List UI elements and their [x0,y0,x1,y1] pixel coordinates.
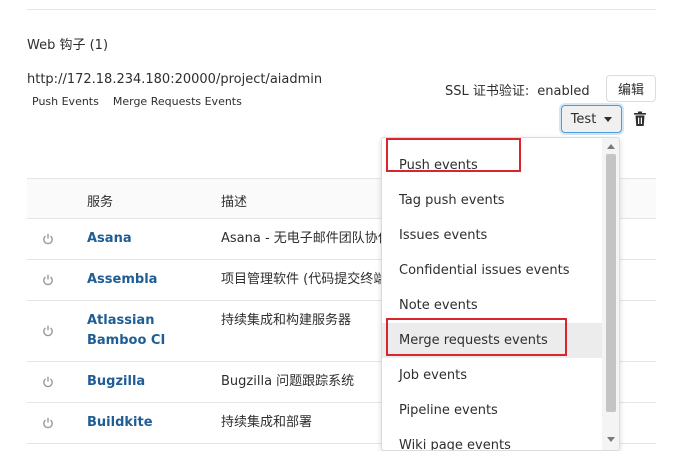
webhook-url: http://172.18.234.180:20000/project/aiad… [27,72,323,87]
dropdown-item-pipeline-events[interactable]: Pipeline events [382,393,604,428]
dropdown-item-tag-push-events[interactable]: Tag push events [382,183,604,218]
power-icon [43,274,53,286]
service-link[interactable]: Bugzilla [87,372,187,392]
ssl-verification: SSL 证书验证: enabled [445,80,590,99]
service-description: Bugzilla 问题跟踪系统 [221,374,355,389]
caret-down-icon [604,116,613,122]
power-icon [43,233,53,245]
service-description: 持续集成和构建服务器 [221,313,352,328]
top-divider [27,9,656,10]
event-tag: Merge Requests Events [112,95,242,108]
power-icon [43,325,53,337]
service-link[interactable]: Buildkite [87,413,187,433]
dropdown-item-job-events[interactable]: Job events [382,358,604,393]
scroll-up-arrow-icon[interactable] [607,144,615,149]
service-link[interactable]: Asana [87,229,187,249]
scrollbar-thumb[interactable] [606,154,616,412]
highlight-box-push-events [386,138,521,172]
dropdown-scrollbar[interactable] [602,138,619,450]
test-button-label: Test [570,111,597,127]
scroll-down-arrow-icon[interactable] [607,437,615,442]
service-link[interactable]: Atlassian Bamboo CI [87,311,187,351]
service-description: Asana - 无电子邮件团队协作 [221,231,381,246]
column-header-service: 服务 [87,195,114,210]
ssl-label: SSL 证书验证: [445,84,530,99]
event-tag: Push Events [32,95,99,108]
section-title: Web 钩子 (1) [27,38,109,53]
power-icon [43,417,53,429]
test-dropdown-button[interactable]: Test [561,105,622,133]
highlight-box-merge-requests-events [386,318,567,356]
edit-button[interactable]: 编辑 [606,75,656,102]
dropdown-item-confidential-issues-events[interactable]: Confidential issues events [382,253,604,288]
test-events-dropdown: Push events Tag push events Issues event… [381,137,620,451]
column-header-description: 描述 [221,195,248,210]
dropdown-item-issues-events[interactable]: Issues events [382,218,604,253]
service-link[interactable]: Assembla [87,270,187,290]
webhook-events: Push Events Merge Requests Events [32,95,242,108]
service-description: 项目管理软件 (代码提交终端) [221,272,381,287]
dropdown-item-wiki-page-events[interactable]: Wiki page events [382,428,604,450]
trash-icon[interactable] [633,111,647,127]
ssl-value: enabled [537,84,590,99]
power-icon [43,376,53,388]
service-description: 持续集成和部署 [221,415,313,430]
